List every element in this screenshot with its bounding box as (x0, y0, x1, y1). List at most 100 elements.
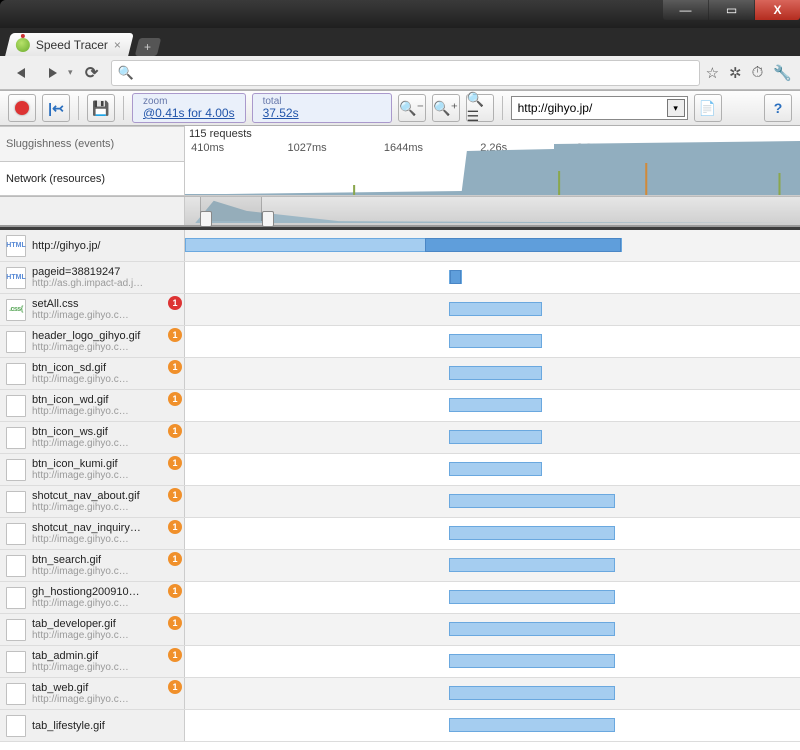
nav-reload-button[interactable]: ⟳ (79, 60, 105, 86)
gantt-cell (185, 550, 800, 581)
timing-bar[interactable] (449, 270, 461, 284)
resource-row[interactable]: tab_admin.gifhttp://image.gihyo.c…1 (0, 646, 800, 678)
resource-name-block: btn_icon_ws.gifhttp://image.gihyo.c… (32, 426, 178, 449)
nav-forward-button[interactable] (40, 60, 66, 86)
resource-row[interactable]: tab_developer.gifhttp://image.gihyo.c…1 (0, 614, 800, 646)
warning-badge: 1 (168, 424, 182, 438)
speedtracer-app: |↢ 💾 zoom @0.41s for 4.00s total 37.52s … (0, 90, 800, 750)
resource-label[interactable]: tab_admin.gifhttp://image.gihyo.c…1 (0, 646, 185, 677)
star-icon[interactable]: ☆ (706, 64, 719, 82)
resource-row[interactable]: tab_web.gifhttp://image.gihyo.c…1 (0, 678, 800, 710)
timing-bar[interactable] (449, 654, 615, 668)
resource-name: tab_developer.gif (32, 618, 178, 630)
resource-label[interactable]: btn_icon_wd.gifhttp://image.gihyo.c…1 (0, 390, 185, 421)
zoom-all-button[interactable]: 🔍☰ (466, 94, 494, 122)
resource-label[interactable]: setAll.csshttp://image.gihyo.c…1 (0, 294, 185, 325)
stopwatch-icon[interactable]: ⏱ (752, 64, 764, 81)
timing-bar[interactable] (449, 366, 541, 380)
omnibox-input[interactable] (140, 65, 693, 80)
resource-row[interactable]: shotcut_nav_inquiry…http://image.gihyo.c… (0, 518, 800, 550)
timing-bar[interactable] (449, 398, 541, 412)
file-type-icon (6, 331, 26, 353)
page-url-dropdown-button[interactable]: ▾ (667, 99, 685, 117)
reset-button[interactable]: |↢ (42, 94, 70, 122)
resource-row[interactable]: btn_icon_kumi.gifhttp://image.gihyo.c…1 (0, 454, 800, 486)
resource-label[interactable]: btn_icon_sd.gifhttp://image.gihyo.c…1 (0, 358, 185, 389)
resource-row[interactable]: btn_icon_ws.gifhttp://image.gihyo.c…1 (0, 422, 800, 454)
timeline-graph[interactable]: 115 requests 410ms1027ms1644ms2.26s2.88s… (185, 126, 800, 196)
timing-bar[interactable] (449, 334, 541, 348)
resource-row[interactable]: btn_icon_wd.gifhttp://image.gihyo.c…1 (0, 390, 800, 422)
page-url-select[interactable]: ▾ (511, 96, 688, 120)
resource-row[interactable]: tab_lifestyle.gif (0, 710, 800, 742)
resource-row[interactable]: pageid=38819247http://as.gh.impact-ad.j… (0, 262, 800, 294)
page-url-input[interactable] (518, 101, 663, 115)
resource-label[interactable]: pageid=38819247http://as.gh.impact-ad.j… (0, 262, 185, 293)
resource-row[interactable]: http://gihyo.jp/ (0, 230, 800, 262)
new-tab-button[interactable]: + (135, 38, 161, 56)
help-icon: ? (774, 100, 783, 116)
save-button[interactable]: 💾 (87, 94, 115, 122)
resource-row[interactable]: setAll.csshttp://image.gihyo.c…1 (0, 294, 800, 326)
resource-label[interactable]: shotcut_nav_inquiry…http://image.gihyo.c… (0, 518, 185, 549)
resource-url: http://image.gihyo.c… (32, 598, 178, 609)
timing-bar[interactable] (185, 238, 622, 252)
window-minimize-button[interactable]: — (663, 0, 708, 20)
wrench-icon[interactable]: 🔧 (773, 64, 792, 82)
help-button[interactable]: ? (764, 94, 792, 122)
resource-label[interactable]: btn_icon_kumi.gifhttp://image.gihyo.c…1 (0, 454, 185, 485)
resource-row[interactable]: shotcut_nav_about.gifhttp://image.gihyo.… (0, 486, 800, 518)
resource-url: http://image.gihyo.c… (32, 470, 178, 481)
resource-row[interactable]: gh_hostiong200910…http://image.gihyo.c…1 (0, 582, 800, 614)
zoom-value[interactable]: @0.41s for 4.00s (143, 106, 235, 120)
resource-grid[interactable]: http://gihyo.jp/pageid=38819247http://as… (0, 227, 800, 750)
timing-bar[interactable] (449, 686, 615, 700)
resource-row[interactable]: btn_icon_sd.gifhttp://image.gihyo.c…1 (0, 358, 800, 390)
resource-row[interactable]: header_logo_gihyo.gifhttp://image.gihyo.… (0, 326, 800, 358)
resource-label[interactable]: gh_hostiong200910…http://image.gihyo.c…1 (0, 582, 185, 613)
warning-badge: 1 (168, 360, 182, 374)
resource-label[interactable]: btn_icon_ws.gifhttp://image.gihyo.c…1 (0, 422, 185, 453)
timing-bar[interactable] (449, 526, 615, 540)
resource-label[interactable]: tab_web.gifhttp://image.gihyo.c…1 (0, 678, 185, 709)
overview-handle-right[interactable] (262, 211, 274, 227)
report-button[interactable]: 📄 (694, 94, 722, 122)
nav-history-caret-icon[interactable]: ▾ (68, 67, 73, 78)
sluggishness-label: Sluggishness (events) (0, 126, 185, 162)
resource-label[interactable]: btn_search.gifhttp://image.gihyo.c…1 (0, 550, 185, 581)
timing-bar[interactable] (449, 462, 541, 476)
browser-tab[interactable]: Speed Tracer × (5, 33, 134, 56)
timing-bar[interactable] (449, 718, 615, 732)
timing-bar[interactable] (449, 302, 541, 316)
zoom-out-button[interactable]: 🔍⁻ (398, 94, 426, 122)
timing-bar[interactable] (449, 622, 615, 636)
omnibox[interactable]: 🔍 (111, 60, 700, 86)
tab-close-icon[interactable]: × (114, 38, 121, 52)
resource-name-block: shotcut_nav_inquiry…http://image.gihyo.c… (32, 522, 178, 545)
window-maximize-button[interactable]: ▭ (709, 0, 754, 20)
warning-badge: 1 (168, 520, 182, 534)
nav-back-button[interactable] (8, 60, 34, 86)
resource-label[interactable]: shotcut_nav_about.gifhttp://image.gihyo.… (0, 486, 185, 517)
resource-row[interactable]: btn_search.gifhttp://image.gihyo.c…1 (0, 550, 800, 582)
resource-label[interactable]: http://gihyo.jp/ (0, 230, 185, 261)
resource-label[interactable]: tab_lifestyle.gif (0, 710, 185, 741)
gear-icon[interactable]: ✲ (729, 64, 742, 82)
resource-label[interactable]: header_logo_gihyo.gifhttp://image.gihyo.… (0, 326, 185, 357)
timing-bar[interactable] (449, 558, 615, 572)
overview-ruler[interactable] (0, 197, 800, 227)
warning-badge: 1 (168, 552, 182, 566)
zoom-in-button[interactable]: 🔍⁺ (432, 94, 460, 122)
timing-bar[interactable] (449, 494, 615, 508)
timing-bar[interactable] (449, 590, 615, 604)
timing-bar-active (450, 270, 460, 284)
record-button[interactable] (8, 94, 36, 122)
overview-handle-left[interactable] (200, 211, 212, 227)
window-close-button[interactable]: X (755, 0, 800, 20)
search-icon: 🔍 (118, 65, 134, 81)
zoom-metric[interactable]: zoom @0.41s for 4.00s (132, 93, 246, 123)
resource-label[interactable]: tab_developer.gifhttp://image.gihyo.c…1 (0, 614, 185, 645)
record-icon (15, 101, 29, 115)
timeline-header: Sluggishness (events) Network (resources… (0, 126, 800, 197)
timing-bar[interactable] (449, 430, 541, 444)
